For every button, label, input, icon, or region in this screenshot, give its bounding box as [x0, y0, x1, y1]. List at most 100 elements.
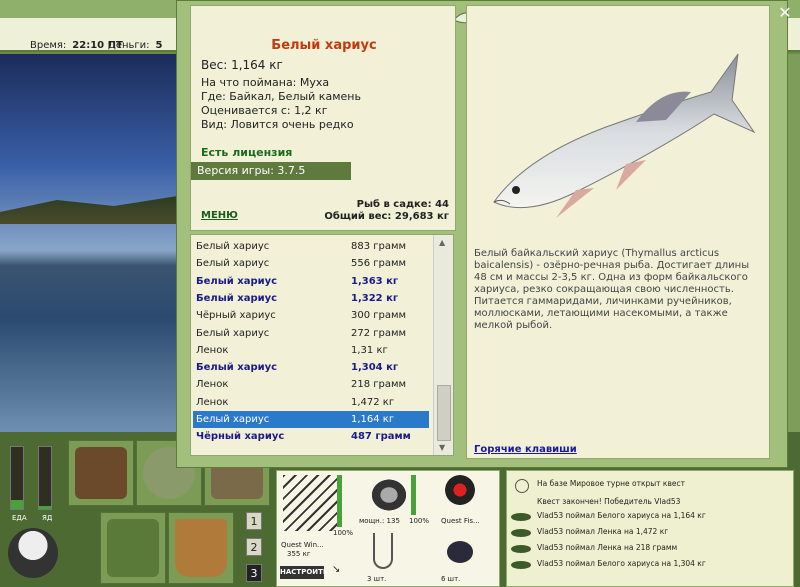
table-row[interactable]: Чёрный хариус 300 грамм — [193, 307, 429, 324]
fish-icon — [511, 545, 531, 553]
hook-icon[interactable] — [373, 533, 393, 569]
table-row[interactable]: Белый хариус 1,164 кг — [193, 411, 429, 428]
rod-name: Quest Win... — [281, 541, 324, 549]
expand-arrow-icon[interactable]: ↘ — [332, 564, 340, 575]
table-row[interactable]: Белый хариус 1,304 кг — [193, 359, 429, 376]
lake-scene — [0, 54, 190, 432]
table-row[interactable]: Белый хариус 1,322 кг — [193, 290, 429, 307]
table-row[interactable]: Ленок 218 грамм — [193, 376, 429, 393]
catch-name: Ленок — [196, 396, 229, 408]
fish-details-panel: Белый хариус Вес: 1,164 кг На что пойман… — [190, 5, 456, 231]
location: Где: Байкал, Белый камень — [201, 90, 361, 103]
catch-weight: 1,322 кг — [351, 292, 399, 304]
cage-count: Рыб в садке: 44 — [356, 199, 449, 210]
close-icon[interactable]: ✕ — [776, 4, 794, 22]
catch-name: Чёрный хариус — [196, 431, 285, 443]
catch-name: Белый хариус — [196, 414, 270, 425]
poison-gauge-fill — [39, 505, 51, 509]
bait-bug-icon[interactable] — [447, 541, 473, 563]
reel-pct: 100% — [409, 517, 430, 525]
event-line: Vlad53 поймал Белого хариуса на 1,304 кг — [537, 559, 706, 568]
table-row[interactable]: Ленок 1,31 кг — [193, 342, 429, 359]
event-line: Vlad53 поймал Ленка на 218 грамм — [537, 543, 678, 552]
money-label: Деньги: — [108, 40, 150, 51]
vegetable-basket-icon — [107, 519, 159, 577]
reel-power: мощн.: 135 — [359, 517, 400, 525]
scroll-up-icon[interactable]: ▲ — [439, 238, 445, 247]
food-gauge — [10, 446, 24, 510]
reel-icon[interactable] — [369, 477, 409, 513]
fish-photo — [493, 53, 756, 218]
table-row[interactable]: Чёрный хариус 487 грамм — [193, 428, 429, 445]
rod-weight: 355 кг — [287, 550, 311, 558]
catch-name: Белый хариус — [196, 362, 278, 374]
hills — [0, 194, 190, 224]
poison-gauge — [38, 446, 52, 510]
game-version: Версия игры: 3.7.5 — [191, 162, 351, 180]
catch-name: Ленок — [196, 344, 229, 356]
scroll-thumb[interactable] — [437, 385, 451, 441]
fish-description: Белый байкальский хариус (Thymallus arct… — [474, 248, 750, 331]
line-spool-icon[interactable] — [445, 475, 475, 505]
fish-weight: Вес: 1,164 кг — [201, 58, 283, 72]
slot-button-2[interactable]: 2 — [246, 538, 262, 556]
poison-label: ЯД — [42, 514, 53, 522]
hotkeys-link[interactable]: Горячие клавиши — [474, 444, 577, 455]
table-row[interactable]: Белый хариус 883 грамм — [193, 238, 429, 255]
catch-list[interactable]: Чёрный хариус 487 грамм Белый хариус 1,164 … — [190, 234, 454, 456]
basket-tile[interactable] — [100, 512, 166, 584]
catch-weight: 1,164 кг — [351, 414, 395, 425]
catch-name: Белый хариус — [196, 327, 270, 339]
catch-name: Белый хариус — [196, 275, 278, 287]
catch-name: Белый хариус — [196, 258, 270, 270]
fish-icon — [511, 529, 531, 537]
fish-icon — [511, 561, 531, 569]
fish-title: Белый хариус — [271, 38, 377, 53]
compass-icon — [515, 479, 529, 493]
catch-weight: 1,304 кг — [351, 362, 399, 374]
list-scrollbar[interactable]: ▲ ▼ — [433, 235, 453, 455]
backpack-icon — [75, 447, 127, 499]
license-status: Есть лицензия — [201, 146, 293, 159]
catch-weight: 883 грамм — [351, 241, 407, 252]
price-threshold: Оценивается с: 1,2 кг — [201, 104, 328, 117]
money-value: 5 — [155, 40, 163, 51]
line-name: Quest Fis... — [441, 517, 480, 525]
bucket-icon — [175, 519, 227, 577]
catch-weight: 556 грамм — [351, 258, 407, 270]
total-weight: Общий вес: 29,683 кг — [324, 211, 449, 222]
table-row[interactable]: Белый хариус 1,363 кг — [193, 273, 429, 290]
catch-weight: 1,31 кг — [351, 344, 388, 356]
event-line: Vlad53 поймал Белого хариуса на 1,164 кг — [537, 511, 706, 520]
setup-button[interactable]: НАСТРОИТЬ — [280, 566, 328, 579]
catch-name: Белый хариус — [196, 241, 270, 252]
caught-on: На что поймана: Муха — [201, 76, 330, 89]
menu-button[interactable]: МЕНЮ — [201, 210, 238, 221]
event-line: Vlad53 поймал Ленка на 1,472 кг — [537, 527, 669, 536]
backpack-tile[interactable] — [68, 440, 134, 506]
food-gauge-fill — [11, 499, 23, 509]
event-line: Квест закончен! Победитель Vlad53 — [537, 497, 681, 506]
catch-weight: 272 грамм — [351, 327, 407, 339]
event-line: На базе Мировое турне открыт квест — [537, 479, 685, 488]
scroll-down-icon[interactable]: ▼ — [439, 443, 445, 452]
hook-count: 3 шт. — [367, 575, 387, 583]
slot-button-1[interactable]: 1 — [246, 512, 262, 530]
slot-button-3[interactable]: 3 — [246, 564, 262, 582]
money-stat: Деньги: 5 — [108, 40, 163, 51]
reel-durability-bar — [411, 475, 416, 515]
catch-weight: 218 грамм — [351, 379, 407, 391]
table-row[interactable]: Белый хариус 272 грамм — [193, 325, 429, 342]
fish-icon — [511, 513, 531, 521]
cauldron-icon[interactable] — [8, 528, 58, 578]
bait-count: 6 шт. — [441, 575, 461, 583]
food-label: ЕДА — [12, 514, 27, 522]
catch-weight: 300 грамм — [351, 310, 407, 322]
catch-weight: 1,472 кг — [351, 396, 395, 408]
table-row[interactable]: Ленок 1,472 кг — [193, 394, 429, 411]
rod-icon[interactable] — [283, 475, 337, 531]
bucket-tile[interactable] — [168, 512, 234, 584]
time-label: Время: — [30, 40, 67, 51]
rod-pct: 100% — [333, 529, 354, 537]
table-row[interactable]: Белый хариус 556 грамм — [193, 255, 429, 272]
